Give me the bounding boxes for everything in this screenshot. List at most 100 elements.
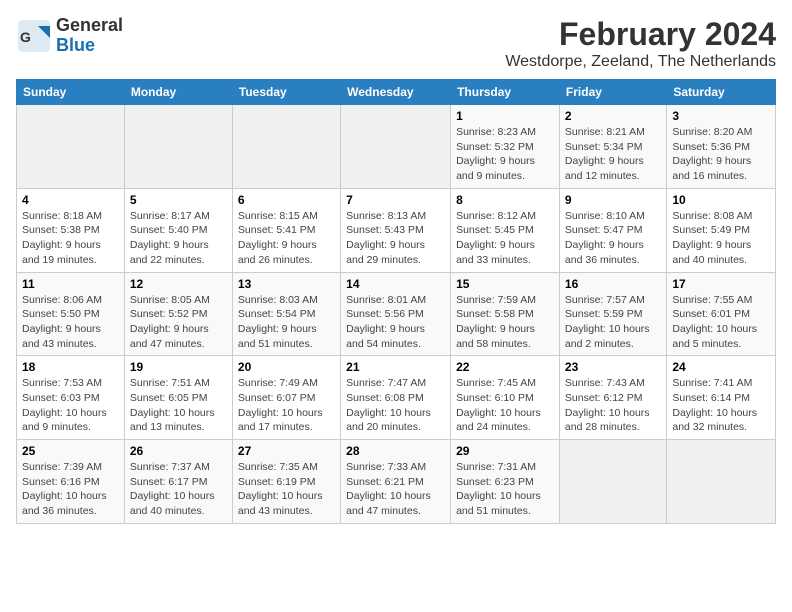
day-info: Sunrise: 8:12 AMSunset: 5:45 PMDaylight:… xyxy=(456,209,554,268)
calendar-cell: 4Sunrise: 8:18 AMSunset: 5:38 PMDaylight… xyxy=(17,188,125,272)
calendar-cell: 7Sunrise: 8:13 AMSunset: 5:43 PMDaylight… xyxy=(341,188,451,272)
calendar-header-cell: Tuesday xyxy=(232,80,340,105)
day-number: 20 xyxy=(238,360,335,374)
calendar-body: 1 Sunrise: 8:23 AMSunset: 5:32 PMDaylight… xyxy=(17,105,776,524)
day-number: 28 xyxy=(346,444,445,458)
day-info: Sunrise: 8:15 AMSunset: 5:41 PMDaylight:… xyxy=(238,209,335,268)
day-info: Sunrise: 8:05 AMSunset: 5:52 PMDaylight:… xyxy=(130,293,227,352)
calendar-cell: 28 Sunrise: 7:33 AMSunset: 6:21 PMDayligh… xyxy=(341,440,451,524)
calendar-cell xyxy=(559,440,666,524)
day-info: Sunrise: 8:18 AMSunset: 5:38 PMDaylight:… xyxy=(22,209,119,268)
day-number: 19 xyxy=(130,360,227,374)
calendar-cell: 18Sunrise: 7:53 AMSunset: 6:03 PMDayligh… xyxy=(17,356,125,440)
calendar-cell: 23Sunrise: 7:43 AMSunset: 6:12 PMDayligh… xyxy=(559,356,666,440)
day-info: Sunrise: 8:08 AMSunset: 5:49 PMDaylight:… xyxy=(672,209,770,268)
calendar-cell: 16 Sunrise: 7:57 AMSunset: 5:59 PMDayligh… xyxy=(559,272,666,356)
day-number: 11 xyxy=(22,277,119,291)
day-info: Sunrise: 8:03 AMSunset: 5:54 PMDaylight:… xyxy=(238,293,335,352)
calendar-cell: 2 Sunrise: 8:21 AMSunset: 5:34 PMDaylight… xyxy=(559,105,666,189)
logo-blue: Blue xyxy=(56,36,123,56)
calendar-cell: 12 Sunrise: 8:05 AMSunset: 5:52 PMDayligh… xyxy=(124,272,232,356)
day-number: 16 xyxy=(565,277,661,291)
calendar-cell: 25Sunrise: 7:39 AMSunset: 6:16 PMDayligh… xyxy=(17,440,125,524)
day-number: 12 xyxy=(130,277,227,291)
calendar-cell xyxy=(341,105,451,189)
calendar-header-cell: Thursday xyxy=(451,80,560,105)
day-number: 29 xyxy=(456,444,554,458)
day-info: Sunrise: 8:23 AMSunset: 5:32 PMDaylight:… xyxy=(456,125,554,184)
calendar-cell: 21 Sunrise: 7:47 AMSunset: 6:08 PMDayligh… xyxy=(341,356,451,440)
day-info: Sunrise: 8:01 AMSunset: 5:56 PMDaylight:… xyxy=(346,293,445,352)
day-info: Sunrise: 8:21 AMSunset: 5:34 PMDaylight:… xyxy=(565,125,661,184)
calendar-cell: 11 Sunrise: 8:06 AMSunset: 5:50 PMDayligh… xyxy=(17,272,125,356)
calendar-header-cell: Wednesday xyxy=(341,80,451,105)
logo-general: General xyxy=(56,16,123,36)
day-number: 5 xyxy=(130,193,227,207)
day-number: 2 xyxy=(565,109,661,123)
calendar-cell: 26 Sunrise: 7:37 AMSunset: 6:17 PMDayligh… xyxy=(124,440,232,524)
calendar-header-cell: Saturday xyxy=(667,80,776,105)
calendar-header-cell: Sunday xyxy=(17,80,125,105)
calendar-cell: 5Sunrise: 8:17 AMSunset: 5:40 PMDaylight… xyxy=(124,188,232,272)
day-info: Sunrise: 7:49 AMSunset: 6:07 PMDaylight:… xyxy=(238,376,335,435)
day-info: Sunrise: 7:31 AMSunset: 6:23 PMDaylight:… xyxy=(456,460,554,519)
subtitle: Westdorpe, Zeeland, The Netherlands xyxy=(505,53,776,71)
calendar-cell xyxy=(232,105,340,189)
calendar-row: 18Sunrise: 7:53 AMSunset: 6:03 PMDayligh… xyxy=(17,356,776,440)
day-number: 7 xyxy=(346,193,445,207)
day-number: 24 xyxy=(672,360,770,374)
calendar-cell: 15 Sunrise: 7:59 AMSunset: 5:58 PMDayligh… xyxy=(451,272,560,356)
calendar-cell: 27 Sunrise: 7:35 AMSunset: 6:19 PMDayligh… xyxy=(232,440,340,524)
day-number: 6 xyxy=(238,193,335,207)
logo: G General Blue xyxy=(16,16,123,56)
day-info: Sunrise: 8:20 AMSunset: 5:36 PMDaylight:… xyxy=(672,125,770,184)
day-number: 25 xyxy=(22,444,119,458)
calendar-cell: 13 Sunrise: 8:03 AMSunset: 5:54 PMDayligh… xyxy=(232,272,340,356)
day-info: Sunrise: 7:59 AMSunset: 5:58 PMDaylight:… xyxy=(456,293,554,352)
calendar-cell: 1 Sunrise: 8:23 AMSunset: 5:32 PMDaylight… xyxy=(451,105,560,189)
day-number: 1 xyxy=(456,109,554,123)
day-info: Sunrise: 7:43 AMSunset: 6:12 PMDaylight:… xyxy=(565,376,661,435)
day-number: 21 xyxy=(346,360,445,374)
calendar-row: 1 Sunrise: 8:23 AMSunset: 5:32 PMDaylight… xyxy=(17,105,776,189)
day-info: Sunrise: 7:33 AMSunset: 6:21 PMDaylight:… xyxy=(346,460,445,519)
day-number: 9 xyxy=(565,193,661,207)
calendar-cell: 10 Sunrise: 8:08 AMSunset: 5:49 PMDayligh… xyxy=(667,188,776,272)
calendar-row: 4Sunrise: 8:18 AMSunset: 5:38 PMDaylight… xyxy=(17,188,776,272)
day-number: 10 xyxy=(672,193,770,207)
calendar-row: 11 Sunrise: 8:06 AMSunset: 5:50 PMDayligh… xyxy=(17,272,776,356)
day-info: Sunrise: 7:55 AMSunset: 6:01 PMDaylight:… xyxy=(672,293,770,352)
day-number: 22 xyxy=(456,360,554,374)
calendar-header-row: SundayMondayTuesdayWednesdayThursdayFrid… xyxy=(17,80,776,105)
calendar-cell: 29 Sunrise: 7:31 AMSunset: 6:23 PMDayligh… xyxy=(451,440,560,524)
day-number: 15 xyxy=(456,277,554,291)
calendar-cell: 19 Sunrise: 7:51 AMSunset: 6:05 PMDayligh… xyxy=(124,356,232,440)
day-number: 18 xyxy=(22,360,119,374)
day-info: Sunrise: 7:35 AMSunset: 6:19 PMDaylight:… xyxy=(238,460,335,519)
day-info: Sunrise: 7:37 AMSunset: 6:17 PMDaylight:… xyxy=(130,460,227,519)
day-info: Sunrise: 8:10 AMSunset: 5:47 PMDaylight:… xyxy=(565,209,661,268)
day-info: Sunrise: 8:06 AMSunset: 5:50 PMDaylight:… xyxy=(22,293,119,352)
calendar-cell xyxy=(124,105,232,189)
svg-text:G: G xyxy=(20,29,31,45)
calendar-row: 25Sunrise: 7:39 AMSunset: 6:16 PMDayligh… xyxy=(17,440,776,524)
calendar-cell xyxy=(17,105,125,189)
day-info: Sunrise: 7:47 AMSunset: 6:08 PMDaylight:… xyxy=(346,376,445,435)
calendar-cell: 24 Sunrise: 7:41 AMSunset: 6:14 PMDayligh… xyxy=(667,356,776,440)
day-info: Sunrise: 7:41 AMSunset: 6:14 PMDaylight:… xyxy=(672,376,770,435)
day-info: Sunrise: 7:51 AMSunset: 6:05 PMDaylight:… xyxy=(130,376,227,435)
day-number: 13 xyxy=(238,277,335,291)
calendar-cell: 3Sunrise: 8:20 AMSunset: 5:36 PMDaylight… xyxy=(667,105,776,189)
title-block: February 2024 Westdorpe, Zeeland, The Ne… xyxy=(505,16,776,71)
day-info: Sunrise: 7:57 AMSunset: 5:59 PMDaylight:… xyxy=(565,293,661,352)
calendar-header-cell: Monday xyxy=(124,80,232,105)
calendar-cell xyxy=(667,440,776,524)
page-header: G General Blue February 2024 Westdorpe, … xyxy=(16,16,776,71)
calendar-cell: 8 Sunrise: 8:12 AMSunset: 5:45 PMDaylight… xyxy=(451,188,560,272)
day-number: 27 xyxy=(238,444,335,458)
day-number: 26 xyxy=(130,444,227,458)
calendar-cell: 22Sunrise: 7:45 AMSunset: 6:10 PMDayligh… xyxy=(451,356,560,440)
day-number: 8 xyxy=(456,193,554,207)
calendar-header-cell: Friday xyxy=(559,80,666,105)
calendar-table: SundayMondayTuesdayWednesdayThursdayFrid… xyxy=(16,79,776,524)
